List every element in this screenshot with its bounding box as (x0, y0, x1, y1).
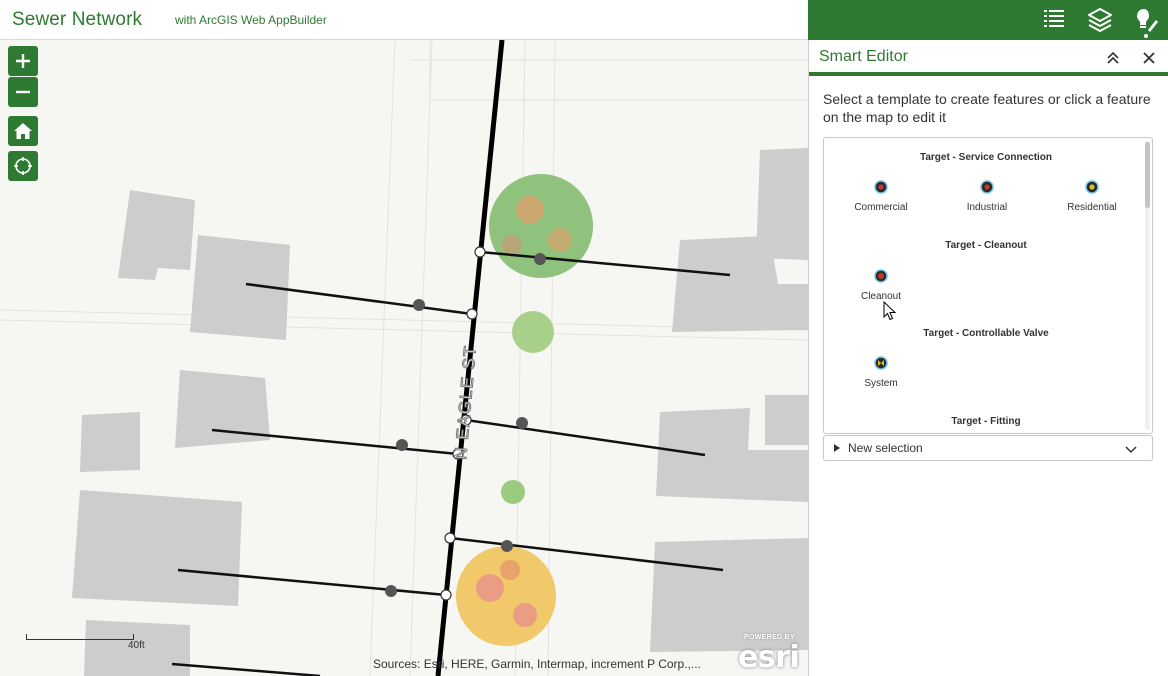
esri-logo[interactable]: POWERED BY esri (738, 634, 800, 675)
zoom-out-button[interactable] (8, 77, 38, 107)
building-footprints (72, 148, 808, 676)
template-label: Residential (1067, 202, 1117, 213)
home-button[interactable] (8, 116, 38, 146)
map-canvas[interactable]: N EAGLE ST (0, 40, 808, 676)
smart-editor-panel: Smart Editor Select a template to create… (808, 40, 1168, 676)
app-subtitle: with ArcGIS Web AppBuilder (175, 13, 327, 27)
template-label: Cleanout (860, 291, 902, 302)
panel-description: Select a template to create features or … (823, 91, 1151, 125)
panel-header: Smart Editor (809, 40, 1168, 76)
template-industrial[interactable]: Industrial (947, 180, 1027, 220)
locate-icon (14, 157, 32, 175)
service-connection-symbol-icon (980, 180, 994, 194)
plus-icon (16, 54, 30, 68)
attribute-table-icon (1044, 10, 1064, 27)
template-group-title: Target - Cleanout (945, 240, 1027, 251)
layer-list-button[interactable] (1086, 6, 1114, 34)
close-icon[interactable] (1139, 48, 1159, 68)
template-label: Commercial (854, 202, 908, 213)
new-selection-label: New selection (848, 441, 923, 455)
tree-canopies (456, 174, 593, 646)
esri-wordmark: esri (738, 640, 800, 675)
attribute-table-button[interactable] (1040, 6, 1068, 34)
locate-button[interactable] (8, 151, 38, 181)
header-toolbar (808, 0, 1168, 40)
template-residential[interactable]: Residential (1052, 180, 1132, 220)
collapse-icon[interactable] (1103, 48, 1123, 68)
home-icon (14, 123, 32, 139)
template-commercial[interactable]: Commercial (841, 180, 921, 220)
template-group-title: Target - Service Connection (919, 152, 1053, 163)
template-picker: Target - Service Connection Commercial I… (823, 137, 1153, 434)
panel-title: Smart Editor (819, 48, 908, 65)
layer-list-icon (1088, 8, 1112, 32)
chevron-down-icon[interactable] (1124, 442, 1138, 456)
minus-icon (16, 90, 30, 94)
smart-editor-icon (1137, 9, 1158, 32)
map-attribution: Sources: Esri, HERE, Garmin, Intermap, i… (373, 657, 701, 671)
map-view[interactable]: N EAGLE ST 40ft Sources: Esri, HERE, Gar… (0, 40, 808, 676)
zoom-in-button[interactable] (8, 46, 38, 76)
template-label: Industrial (966, 202, 1008, 213)
app-title: Sewer Network (12, 9, 143, 30)
scale-bar (26, 634, 134, 640)
valve-symbol-icon (874, 356, 888, 370)
service-connection-symbol-icon (1085, 180, 1099, 194)
template-system[interactable]: System (841, 356, 921, 396)
smart-editor-button[interactable] (1132, 6, 1160, 34)
template-cleanout[interactable]: Cleanout (841, 269, 921, 309)
template-label: System (864, 378, 898, 389)
template-group-title: Target - Fitting (951, 416, 1021, 427)
service-connection-symbol-icon (874, 180, 888, 194)
caret-right-icon (834, 444, 840, 452)
app-header: Sewer Network with ArcGIS Web AppBuilder (0, 0, 808, 40)
app-window: Sewer Network with ArcGIS Web AppBuilder (0, 0, 1168, 676)
new-selection-toggle[interactable]: New selection (823, 435, 1153, 461)
scale-label: 40ft (128, 640, 145, 651)
active-tool-indicator (1144, 34, 1148, 38)
template-group-title: Target - Controllable Valve (923, 328, 1049, 339)
template-scrollbar-thumb[interactable] (1145, 142, 1150, 208)
street-label: N EAGLE ST (451, 344, 480, 460)
cleanout-symbol-icon (874, 269, 888, 283)
